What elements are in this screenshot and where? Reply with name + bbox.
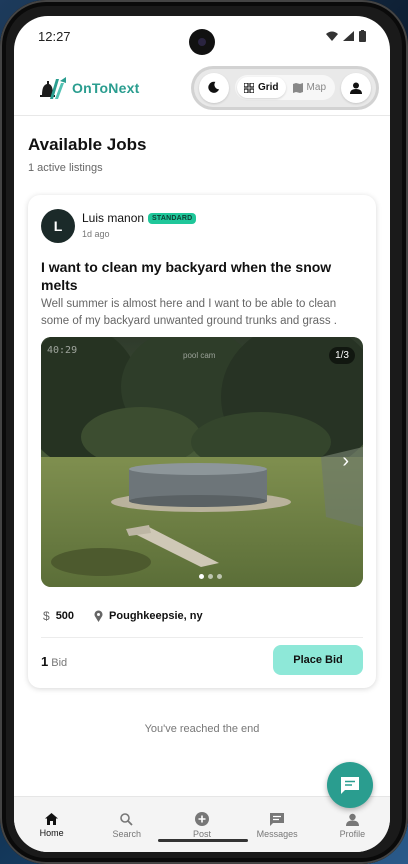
author-name[interactable]: Luis manon <box>82 211 144 225</box>
end-of-list-message: You've reached the end <box>144 723 260 735</box>
divider <box>41 637 363 638</box>
avatar[interactable]: L <box>41 209 75 243</box>
carousel-dot[interactable] <box>208 574 213 579</box>
person-icon <box>350 82 362 94</box>
map-view-button[interactable]: Map <box>286 77 333 98</box>
job-title[interactable]: I want to clean my backyard when the sno… <box>41 258 363 294</box>
view-mode-switch: Grid Map <box>234 75 335 100</box>
carousel-dot[interactable] <box>217 574 222 579</box>
home-indicator[interactable] <box>158 839 248 842</box>
chevron-right-icon[interactable]: › <box>342 451 349 471</box>
nav-profile-label: Profile <box>339 828 366 839</box>
brand-logo[interactable]: OnToNext <box>38 75 139 101</box>
brand-name: OnToNext <box>72 79 140 96</box>
front-camera <box>189 29 215 55</box>
grid-icon <box>243 82 254 93</box>
place-bid-button[interactable]: Place Bid <box>273 645 363 675</box>
nav-messages-label: Messages <box>256 828 298 839</box>
page-title: Available Jobs <box>28 135 147 154</box>
chat-fab-button[interactable] <box>327 762 373 808</box>
bottom-navigation: Home Search Post Messages Profile <box>14 796 390 852</box>
nav-home-label: Home <box>39 828 64 838</box>
photo-timestamp: 40:29 <box>47 345 78 356</box>
nav-profile[interactable]: Profile <box>322 813 382 839</box>
job-photo-carousel[interactable]: 40:29 pool cam 1/3 › <box>41 337 363 587</box>
map-view-label: Map <box>306 82 326 93</box>
map-icon <box>292 82 303 93</box>
nav-post-label: Post <box>192 829 211 839</box>
status-time: 12:27 <box>38 28 71 44</box>
logo-icon <box>40 76 66 99</box>
job-photo <box>41 337 363 587</box>
nav-search[interactable]: Search <box>97 812 157 839</box>
photo-counter: 1/3 <box>329 347 355 364</box>
signal-icon <box>343 31 354 41</box>
phone-frame: 12:27 OnToNext Grid Map Available Jobs 1… <box>0 0 408 864</box>
bid-count-label: Bid <box>51 657 68 669</box>
status-icons <box>326 30 366 42</box>
view-toolbar: Grid Map <box>193 68 376 107</box>
carousel-dots <box>199 574 222 579</box>
location-pin-icon <box>94 610 103 622</box>
listing-count: 1 active listings <box>28 162 103 174</box>
profile-icon <box>345 813 359 826</box>
battery-icon <box>359 30 366 42</box>
author-row: Luis manon STANDARD <box>82 211 197 225</box>
wifi-icon <box>326 31 338 41</box>
nav-post[interactable]: Post <box>172 812 232 839</box>
app-screen: 12:27 OnToNext Grid Map Available Jobs 1… <box>14 16 390 852</box>
app-header: OnToNext Grid Map <box>14 60 390 116</box>
message-icon <box>270 812 285 826</box>
job-description: Well summer is almost here and I want to… <box>41 298 337 327</box>
carousel-dot[interactable] <box>199 574 204 579</box>
nav-home[interactable]: Home <box>22 813 82 838</box>
job-feed[interactable]: Available Jobs 1 active listings L Luis … <box>14 117 390 796</box>
moon-icon <box>208 81 220 93</box>
dark-mode-toggle[interactable] <box>198 72 229 103</box>
add-circle-icon <box>194 812 209 826</box>
bid-count: 1 Bid <box>41 654 67 669</box>
account-button[interactable] <box>341 72 371 103</box>
search-icon <box>120 812 133 826</box>
nav-messages[interactable]: Messages <box>247 812 307 839</box>
dollar-icon: $ <box>43 609 50 623</box>
home-icon <box>45 813 59 825</box>
chat-icon <box>341 776 359 794</box>
post-time: 1d ago <box>82 229 110 239</box>
nav-search-label: Search <box>112 828 142 839</box>
job-meta-row: $ 500 Poughkeepsie, ny <box>43 609 217 623</box>
photo-watermark: pool cam <box>183 351 216 360</box>
grid-view-label: Grid <box>257 82 279 93</box>
job-card[interactable]: L Luis manon STANDARD 1d ago I want to c… <box>28 195 376 688</box>
plan-badge: STANDARD <box>148 212 197 224</box>
bid-count-number: 1 <box>41 654 49 669</box>
grid-view-button[interactable]: Grid <box>236 77 286 98</box>
job-location: Poughkeepsie, ny <box>109 610 203 622</box>
job-price: 500 <box>55 610 75 622</box>
